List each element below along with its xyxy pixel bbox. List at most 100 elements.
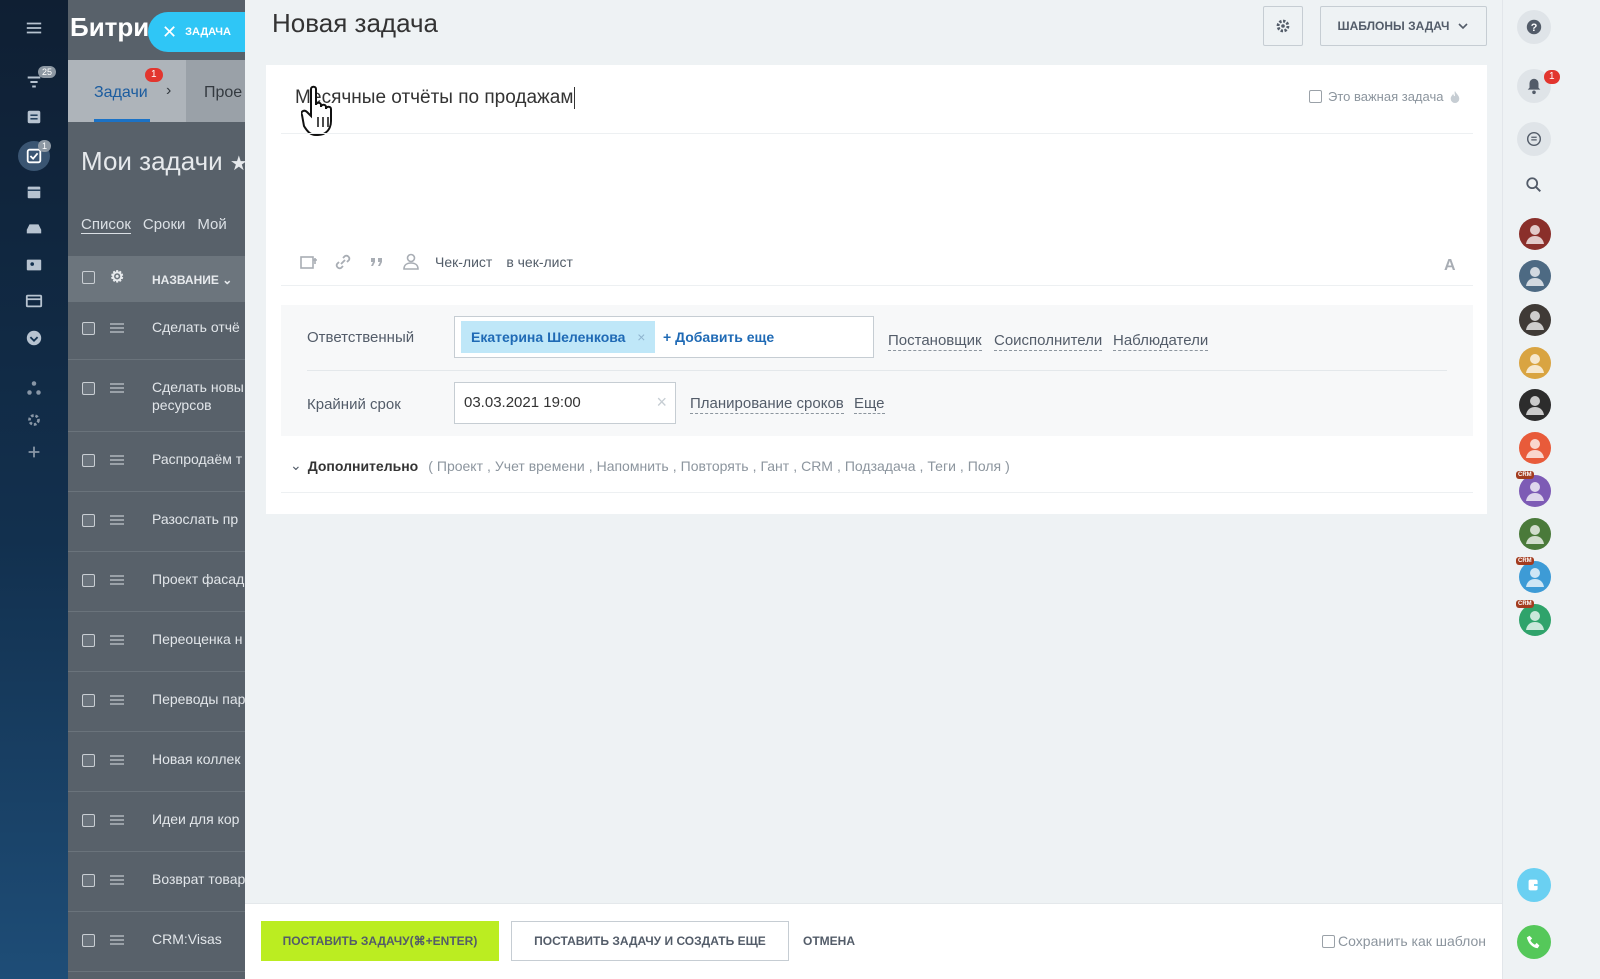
- drag-handle-icon[interactable]: [110, 875, 124, 885]
- row-title[interactable]: Переводы пар: [152, 690, 248, 708]
- contact-avatar[interactable]: CRM: [1516, 600, 1551, 636]
- table-row[interactable]: Идеи для кор: [68, 792, 248, 852]
- drag-handle-icon[interactable]: [110, 815, 124, 825]
- drag-handle-icon[interactable]: [110, 635, 124, 645]
- row-title[interactable]: Распродаём т: [152, 450, 248, 468]
- deadline-planning-link[interactable]: Планирование сроков: [690, 395, 844, 414]
- additional-item[interactable]: CRM: [801, 458, 833, 474]
- additional-item[interactable]: Проект: [437, 458, 483, 474]
- row-title[interactable]: Разослать пр: [152, 510, 248, 528]
- to-checklist-button[interactable]: в чек-лист: [506, 254, 573, 270]
- drag-handle-icon[interactable]: [110, 755, 124, 765]
- drag-handle-icon[interactable]: [110, 455, 124, 465]
- additional-item[interactable]: Напомнить: [597, 458, 669, 474]
- remove-chip-icon[interactable]: ×: [637, 321, 645, 353]
- row-checkbox[interactable]: [82, 574, 95, 587]
- create-task-button[interactable]: ПОСТАВИТЬ ЗАДАЧУ(⌘+ENTER): [261, 921, 499, 961]
- row-checkbox[interactable]: [82, 514, 95, 527]
- structure-icon[interactable]: [20, 376, 48, 400]
- open-line-icon[interactable]: [1517, 868, 1551, 902]
- sites-icon[interactable]: [20, 289, 48, 313]
- creator-link[interactable]: Постановщик: [888, 332, 982, 351]
- settings-icon[interactable]: [20, 408, 48, 432]
- create-and-new-button[interactable]: ПОСТАВИТЬ ЗАДАЧУ И СОЗДАТЬ ЕЩЕ: [511, 921, 789, 961]
- feed-icon[interactable]: [20, 105, 48, 129]
- important-checkbox[interactable]: [1309, 90, 1322, 103]
- quote-icon[interactable]: [367, 252, 387, 272]
- additional-item[interactable]: Гант: [760, 458, 789, 474]
- responsible-field[interactable]: Екатерина Шеленкова × + Добавить еще: [454, 316, 874, 358]
- view-tab-my[interactable]: Мой: [197, 216, 226, 234]
- row-checkbox[interactable]: [82, 874, 95, 887]
- table-row[interactable]: Сделать отчё: [68, 300, 248, 360]
- responsible-chip[interactable]: Екатерина Шеленкова ×: [461, 321, 656, 353]
- row-checkbox[interactable]: [82, 634, 95, 647]
- row-title[interactable]: Сделать отчё: [152, 318, 248, 336]
- contact-avatar[interactable]: [1519, 347, 1551, 379]
- row-title[interactable]: Проект фасад: [152, 570, 248, 588]
- search-icon[interactable]: [1517, 168, 1551, 202]
- clear-date-icon[interactable]: ×: [656, 392, 667, 413]
- contact-avatar[interactable]: [1519, 260, 1551, 292]
- add-icon[interactable]: [20, 440, 48, 464]
- chat-icon[interactable]: [1517, 122, 1551, 156]
- table-row[interactable]: Возврат товар: [68, 852, 248, 912]
- row-checkbox[interactable]: [82, 754, 95, 767]
- row-title[interactable]: CRM:Visas: [152, 930, 248, 948]
- row-title[interactable]: Идеи для кор: [152, 810, 248, 828]
- contact-avatar[interactable]: [1519, 304, 1551, 336]
- column-settings-icon[interactable]: ⚙: [110, 267, 124, 287]
- table-row[interactable]: Новая коллек: [68, 732, 248, 792]
- help-icon[interactable]: ?: [1517, 10, 1551, 44]
- additional-section-toggle[interactable]: ⌄ Дополнительно ( Проект, Учет времени, На…: [290, 457, 1010, 474]
- view-tab-list[interactable]: Список: [81, 216, 131, 234]
- row-checkbox[interactable]: [82, 934, 95, 947]
- more-icon[interactable]: [20, 326, 48, 350]
- additional-item[interactable]: Учет времени: [495, 458, 585, 474]
- drag-handle-icon[interactable]: [110, 383, 124, 393]
- co-executors-link[interactable]: Соисполнители: [994, 332, 1103, 351]
- column-name-header[interactable]: НАЗВАНИЕ: [152, 273, 219, 287]
- text-format-icon[interactable]: A: [1444, 257, 1456, 275]
- contacts-icon[interactable]: [20, 253, 48, 277]
- row-title[interactable]: Сделать новы ресурсов: [152, 378, 244, 414]
- row-title[interactable]: Переоценка н: [152, 630, 248, 648]
- task-templates-button[interactable]: ШАБЛОНЫ ЗАДАЧ: [1320, 6, 1487, 46]
- drive-icon[interactable]: [20, 216, 48, 240]
- additional-item[interactable]: Поля: [968, 458, 1001, 474]
- link-icon[interactable]: [333, 252, 353, 272]
- cancel-button[interactable]: ОТМЕНА: [803, 921, 855, 961]
- add-more-link[interactable]: + Добавить еще: [663, 329, 774, 345]
- table-row[interactable]: Проект фасад: [68, 552, 248, 612]
- additional-item[interactable]: Повторять: [681, 458, 749, 474]
- additional-item[interactable]: Теги: [927, 458, 955, 474]
- additional-item[interactable]: Подзадача: [845, 458, 916, 474]
- attach-file-icon[interactable]: [299, 252, 319, 272]
- row-checkbox[interactable]: [82, 454, 95, 467]
- contact-avatar[interactable]: [1519, 218, 1551, 250]
- drag-handle-icon[interactable]: [110, 575, 124, 585]
- contact-avatar[interactable]: [1519, 389, 1551, 421]
- more-fields-link[interactable]: Еще: [854, 395, 885, 414]
- contact-avatar[interactable]: CRM: [1516, 471, 1551, 507]
- row-title[interactable]: Новая коллек: [152, 750, 248, 768]
- checklist-button[interactable]: Чек-лист: [435, 254, 492, 270]
- save-as-template-toggle[interactable]: Сохранить как шаблон: [1322, 933, 1486, 949]
- table-row[interactable]: Разослать пр: [68, 492, 248, 552]
- drag-handle-icon[interactable]: [110, 935, 124, 945]
- table-row[interactable]: Распродаём т: [68, 432, 248, 492]
- observers-link[interactable]: Наблюдатели: [1113, 332, 1209, 351]
- deadline-input[interactable]: 03.03.2021 19:00 ×: [454, 382, 676, 424]
- important-task-toggle[interactable]: Это важная задача: [1309, 89, 1461, 104]
- contact-avatar[interactable]: CRM: [1516, 557, 1551, 593]
- menu-icon[interactable]: [20, 16, 48, 40]
- contact-avatar[interactable]: [1519, 518, 1551, 550]
- row-title[interactable]: Возврат товар: [152, 870, 248, 888]
- drag-handle-icon[interactable]: [110, 323, 124, 333]
- settings-button[interactable]: [1263, 6, 1303, 46]
- calendar-icon[interactable]: [20, 180, 48, 204]
- tab-projects[interactable]: Прое: [204, 84, 242, 102]
- select-all-checkbox[interactable]: [82, 271, 95, 284]
- table-row[interactable]: CRM:Visas: [68, 912, 248, 972]
- row-checkbox[interactable]: [82, 322, 95, 335]
